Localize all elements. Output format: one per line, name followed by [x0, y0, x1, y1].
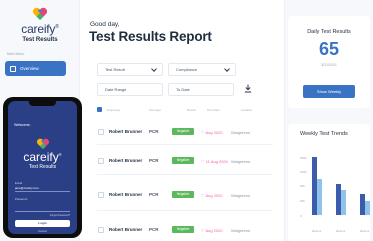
- table-row[interactable]: Robert Brunner PCR Negative ♡ Aug 2020 W…: [97, 224, 272, 236]
- date-range-input[interactable]: Date Range: [97, 83, 163, 96]
- row-checkbox[interactable]: [98, 227, 104, 233]
- x-tick-label: Week of: [360, 230, 369, 233]
- result-badge: Negative: [172, 128, 194, 135]
- y-tick-label: 100k: [300, 170, 307, 174]
- bar: [341, 190, 346, 215]
- test-date: ♡ 11 Aug 2020: [201, 158, 228, 164]
- employee-name: Robert Brunner: [109, 227, 143, 232]
- test-type: PCR: [149, 192, 159, 197]
- download-icon[interactable]: [244, 84, 252, 93]
- employee-name: Robert Brunner: [109, 158, 143, 163]
- careify-heart-logo: [32, 7, 48, 20]
- test-type: PCR: [149, 158, 159, 163]
- daily-results-card: Daily Test Results 65 5/31/2021 Show Wee…: [288, 16, 370, 108]
- y-tick-label: 150k: [300, 156, 307, 160]
- location: Walgreens: [231, 129, 250, 135]
- result-badge: Negative: [172, 157, 194, 164]
- row-divider: [97, 174, 273, 175]
- weekly-bar-chart: 150k 100k 50k 25k 0 Week of Week of Week…: [300, 156, 370, 233]
- column-employee: Employee: [107, 108, 121, 112]
- employee-name: Robert Brunner: [109, 129, 143, 134]
- greeting: Good day,: [90, 21, 120, 28]
- chart-title: Weekly Test Trends: [300, 131, 348, 137]
- test-date: ♡ Aug 2020: [201, 192, 223, 198]
- row-checkbox[interactable]: [98, 129, 104, 135]
- phone-mockup: Welcome, careify® Test Results Email jan…: [3, 97, 82, 238]
- overview-icon: [10, 65, 16, 72]
- to-date-input[interactable]: To Date: [168, 83, 234, 96]
- menu-label: Main Menu: [7, 52, 25, 56]
- x-tick-label: Week of: [312, 230, 321, 233]
- location: Walgreens: [231, 192, 250, 198]
- x-tick-label: Week of: [336, 230, 345, 233]
- row-checkbox[interactable]: [98, 158, 104, 164]
- table-row[interactable]: Robert Brunner PCR Negative ♡ Aug 2020 W…: [97, 126, 272, 138]
- password-label: Password: [15, 197, 28, 201]
- password-underline: [15, 211, 70, 212]
- login-button[interactable]: Login: [15, 220, 70, 227]
- daily-date: 5/31/2021: [321, 63, 337, 67]
- date-range-placeholder: Date Range: [105, 87, 127, 92]
- bar: [360, 194, 365, 215]
- select-all-checkbox[interactable]: [97, 107, 102, 112]
- sidebar-item-label: Overview: [20, 66, 39, 71]
- test-type: PCR: [149, 227, 159, 232]
- column-test-type: Test type: [149, 108, 162, 112]
- sidebar-subtitle: Test Results: [22, 37, 58, 43]
- compliance-select[interactable]: Compliance: [168, 63, 236, 76]
- row-checkbox[interactable]: [98, 192, 104, 198]
- sidebar-item-overview[interactable]: Overview: [5, 61, 66, 76]
- forgot-password-link[interactable]: Forgot Password?: [50, 214, 70, 217]
- daily-count: 65: [318, 39, 340, 59]
- careify-heart-logo: [36, 138, 50, 150]
- chevron-down-icon: [151, 66, 157, 72]
- location: Walgreens: [231, 158, 250, 164]
- table-row[interactable]: Robert Brunner PCR Negative ♡ Aug 2020 W…: [97, 189, 272, 201]
- y-tick-label: 50k: [300, 184, 305, 188]
- column-location: Location: [241, 108, 253, 112]
- compliance-select-value: Compliance: [176, 67, 198, 72]
- test-result-select-value: Test Result: [105, 67, 125, 72]
- email-underline: [15, 191, 70, 192]
- weekly-trends-card: Weekly Test Trends 150k 100k 50k 25k 0 W…: [288, 124, 370, 241]
- phone-brand: careify®: [23, 150, 62, 164]
- y-tick-label: 25k: [300, 199, 305, 203]
- phone-notch: [29, 101, 56, 106]
- phone-welcome: Welcome,: [14, 123, 31, 127]
- test-date: ♡ Aug 2020: [201, 227, 223, 233]
- test-type: PCR: [149, 129, 159, 134]
- bar: [312, 157, 317, 215]
- show-weekly-button[interactable]: Show Weekly: [303, 85, 355, 98]
- row-divider: [97, 144, 273, 145]
- chevron-down-icon: [224, 66, 230, 72]
- result-badge: Negative: [172, 226, 194, 233]
- bar: [317, 179, 322, 215]
- email-label: Email: [15, 181, 22, 185]
- test-result-select[interactable]: Test Result: [97, 63, 163, 76]
- row-divider: [97, 210, 273, 211]
- to-date-placeholder: To Date: [176, 87, 190, 92]
- location: Walgreens: [231, 227, 250, 233]
- column-test-date: Test Date: [207, 108, 220, 112]
- bar: [365, 201, 370, 215]
- table-header: Employee Test type Result Test Date Loca…: [97, 106, 262, 114]
- phone-screen: Welcome, careify® Test Results Email jan…: [8, 101, 77, 234]
- cancel-link[interactable]: Cancel: [8, 229, 77, 233]
- page-title: Test Results Report: [89, 29, 212, 44]
- email-field[interactable]: jane@careify.com: [15, 186, 39, 190]
- table-row[interactable]: Robert Brunner PCR Negative ♡ 11 Aug 202…: [97, 155, 272, 167]
- brand-name: careify®: [21, 22, 59, 36]
- column-result: Result: [187, 108, 196, 112]
- phone-subtitle: Test Results: [28, 164, 57, 170]
- test-date: ♡ Aug 2020: [201, 129, 223, 135]
- bar: [336, 184, 341, 215]
- daily-title: Daily Test Results: [307, 29, 351, 35]
- result-badge: Negative: [172, 191, 194, 198]
- y-tick-label: 0: [300, 214, 302, 218]
- employee-name: Robert Brunner: [109, 192, 143, 197]
